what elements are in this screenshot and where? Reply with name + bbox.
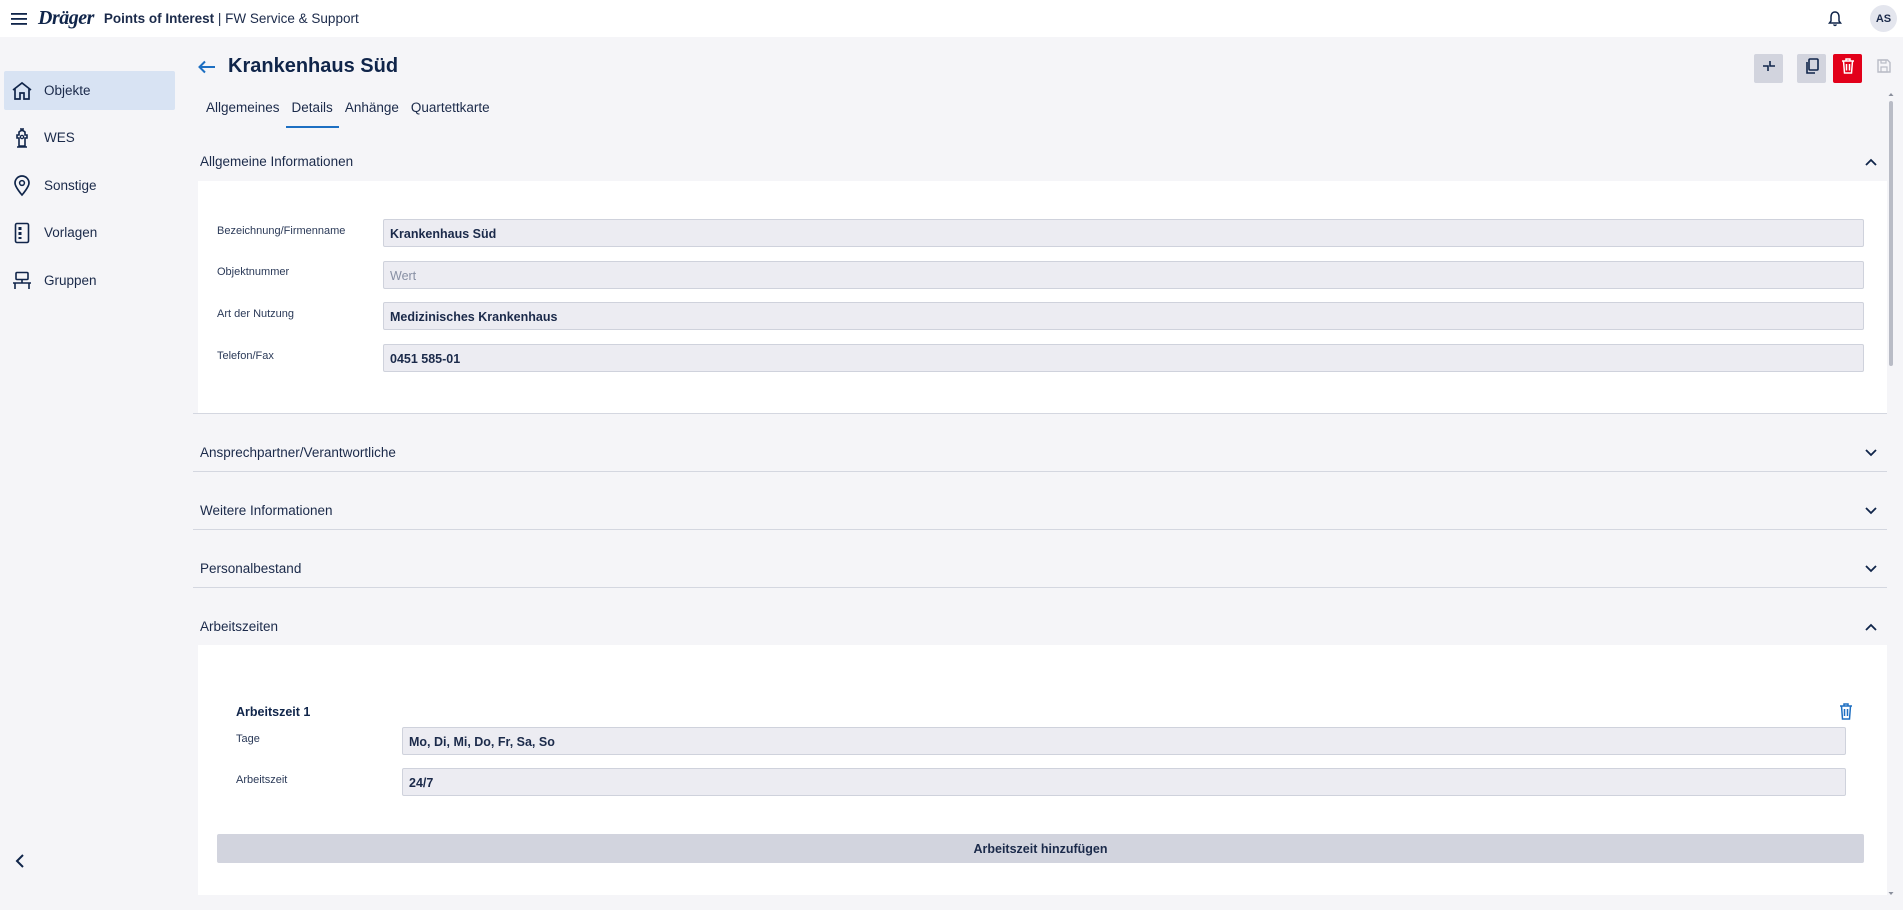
sidebar-item-sonstige[interactable]: Sonstige (4, 166, 175, 205)
tab-quartettkarte[interactable]: Quartettkarte (405, 98, 496, 128)
objektnummer-input[interactable]: Wert (383, 261, 1864, 289)
section-header-weitere-informationen[interactable]: Weitere Informationen (193, 487, 1887, 534)
template-icon (4, 222, 40, 244)
chevron-down-icon (1865, 503, 1877, 518)
chevron-up-icon (1865, 619, 1877, 634)
field-label-tage: Tage (236, 733, 260, 745)
field-label-telefon-fax: Telefon/Fax (217, 350, 274, 362)
divider (193, 529, 1887, 530)
collapse-sidebar-chevron-left-icon[interactable] (8, 849, 32, 873)
field-label-arbeitszeit: Arbeitszeit (236, 774, 288, 786)
field-label-bezeichnung: Bezeichnung/Firmenname (217, 225, 346, 237)
groups-icon (4, 271, 40, 291)
delete-arbeitszeit-trash-icon[interactable] (1839, 703, 1853, 725)
sidebar-item-label: Objekte (44, 83, 91, 98)
notification-bell-icon[interactable] (1822, 6, 1848, 32)
sidebar-item-vorlagen[interactable]: Vorlagen (4, 213, 175, 252)
chevron-down-icon (1865, 561, 1877, 576)
section-title: Personalbestand (200, 561, 302, 576)
sidebar-item-label: Gruppen (44, 273, 97, 288)
section-header-ansprechpartner[interactable]: Ansprechpartner/Verantwortliche (193, 429, 1887, 476)
copy-icon (1805, 58, 1819, 79)
section-title: Arbeitszeiten (200, 619, 279, 634)
tab-bar: Allgemeines Details Anhänge Quartettkart… (200, 98, 496, 128)
sidebar-item-label: Sonstige (44, 178, 97, 193)
panel-allgemeine-informationen: Bezeichnung/Firmenname Krankenhaus Süd O… (198, 181, 1887, 413)
home-icon (4, 81, 40, 101)
sidebar-item-objekte[interactable]: Objekte (4, 71, 175, 110)
art-der-nutzung-input[interactable]: Medizinisches Krankenhaus (383, 302, 1864, 330)
bezeichnung-input[interactable]: Krankenhaus Süd (383, 219, 1864, 247)
field-label-objektnummer: Objektnummer (217, 266, 290, 278)
sidebar-item-label: WES (44, 130, 75, 145)
section-title: Allgemeine Informationen (200, 154, 354, 169)
sidebar-item-wes[interactable]: WES (4, 118, 175, 157)
telefon-fax-input[interactable]: 0451 585-01 (383, 344, 1864, 372)
page-title: Krankenhaus Süd (228, 55, 399, 77)
back-arrow-icon[interactable] (198, 57, 218, 77)
tab-anhaenge[interactable]: Anhänge (339, 98, 405, 128)
app-name: Points of Interest (103, 11, 215, 26)
divider (193, 471, 1887, 472)
add-arbeitszeit-button[interactable]: Arbeitszeit hinzufügen (217, 834, 1864, 863)
location-pin-icon (4, 174, 40, 197)
top-bar: Dräger Points of Interest | FW Service &… (0, 0, 1903, 37)
divider (193, 413, 1887, 414)
user-avatar[interactable]: AS (1870, 5, 1897, 32)
app-subtitle: | FW Service & Support (214, 11, 359, 26)
save-button[interactable] (1869, 54, 1898, 83)
brand-logo: Dräger (38, 7, 94, 29)
delete-button[interactable] (1833, 54, 1862, 83)
hydrant-icon (4, 127, 40, 149)
section-header-arbeitszeiten[interactable]: Arbeitszeiten (193, 603, 1887, 650)
section-title: Ansprechpartner/Verantwortliche (200, 445, 396, 460)
sidebar-nav: Objekte WES Sonstige Vorlagen Gruppen (0, 37, 186, 910)
arbeitszeit-entry-title: Arbeitszeit 1 (236, 705, 311, 719)
save-icon (1876, 59, 1891, 78)
tab-details[interactable]: Details (285, 98, 339, 128)
sidebar-item-gruppen[interactable]: Gruppen (4, 261, 175, 300)
collapse-all-button[interactable] (1754, 54, 1783, 83)
section-header-personalbestand[interactable]: Personalbestand (193, 545, 1887, 592)
section-title: Weitere Informationen (200, 503, 333, 518)
tab-allgemeines[interactable]: Allgemeines (200, 98, 286, 128)
divider (193, 587, 1887, 588)
field-label-art-der-nutzung: Art der Nutzung (217, 308, 295, 320)
scrollbar-thumb[interactable] (1889, 101, 1893, 366)
hamburger-menu-icon[interactable] (0, 0, 38, 37)
tage-input[interactable]: Mo, Di, Mi, Do, Fr, Sa, So (402, 727, 1846, 755)
chevron-down-icon (1865, 445, 1877, 460)
collapse-icon (1762, 59, 1776, 78)
copy-button[interactable] (1797, 54, 1826, 83)
trash-icon (1841, 58, 1855, 79)
sidebar-item-label: Vorlagen (44, 225, 98, 240)
app-title: Points of Interest | FW Service & Suppor… (104, 11, 359, 26)
arbeitszeit-input[interactable]: 24/7 (402, 768, 1846, 796)
chevron-up-icon (1865, 154, 1877, 169)
section-header-allgemeine-informationen[interactable]: Allgemeine Informationen (193, 138, 1887, 185)
